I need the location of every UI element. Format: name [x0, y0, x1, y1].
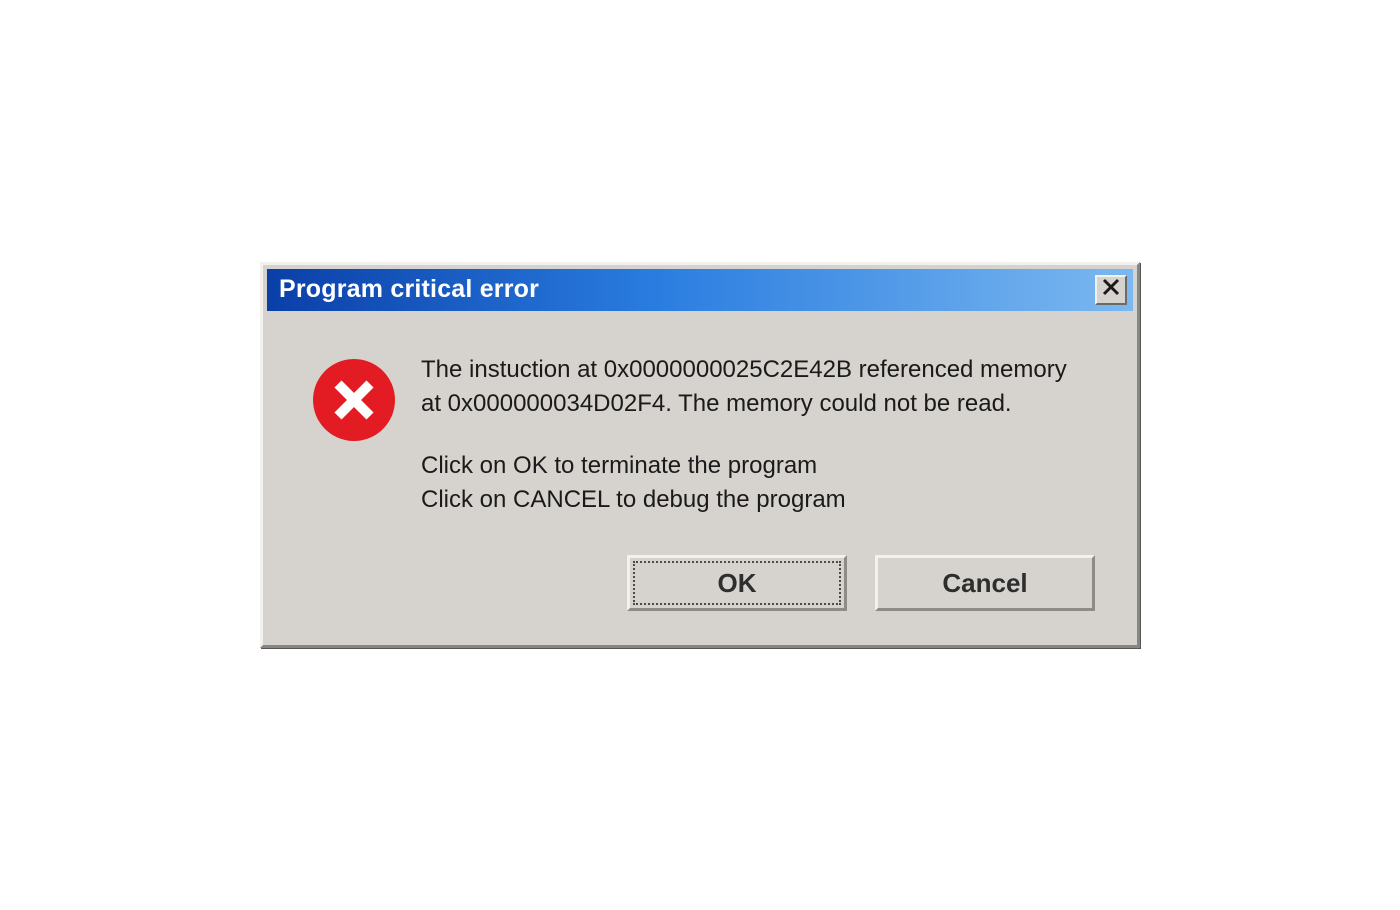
titlebar-text: Program critical error [279, 275, 539, 304]
icon-column [313, 353, 395, 517]
error-icon [313, 359, 395, 441]
message-column: The instuction at 0x0000000025C2E42B ref… [421, 353, 1087, 517]
close-icon [1102, 278, 1120, 301]
cancel-button[interactable]: Cancel [875, 555, 1095, 611]
error-message-actions: Click on OK to terminate the program Cli… [421, 449, 1087, 517]
dialog-content: The instuction at 0x0000000025C2E42B ref… [263, 315, 1137, 537]
titlebar[interactable]: Program critical error [267, 269, 1133, 311]
close-button[interactable] [1095, 275, 1127, 305]
error-message-main: The instuction at 0x0000000025C2E42B ref… [421, 353, 1087, 421]
ok-button[interactable]: OK [627, 555, 847, 611]
button-row: OK Cancel [263, 537, 1137, 645]
error-dialog: Program critical error The instuction at… [260, 262, 1140, 648]
